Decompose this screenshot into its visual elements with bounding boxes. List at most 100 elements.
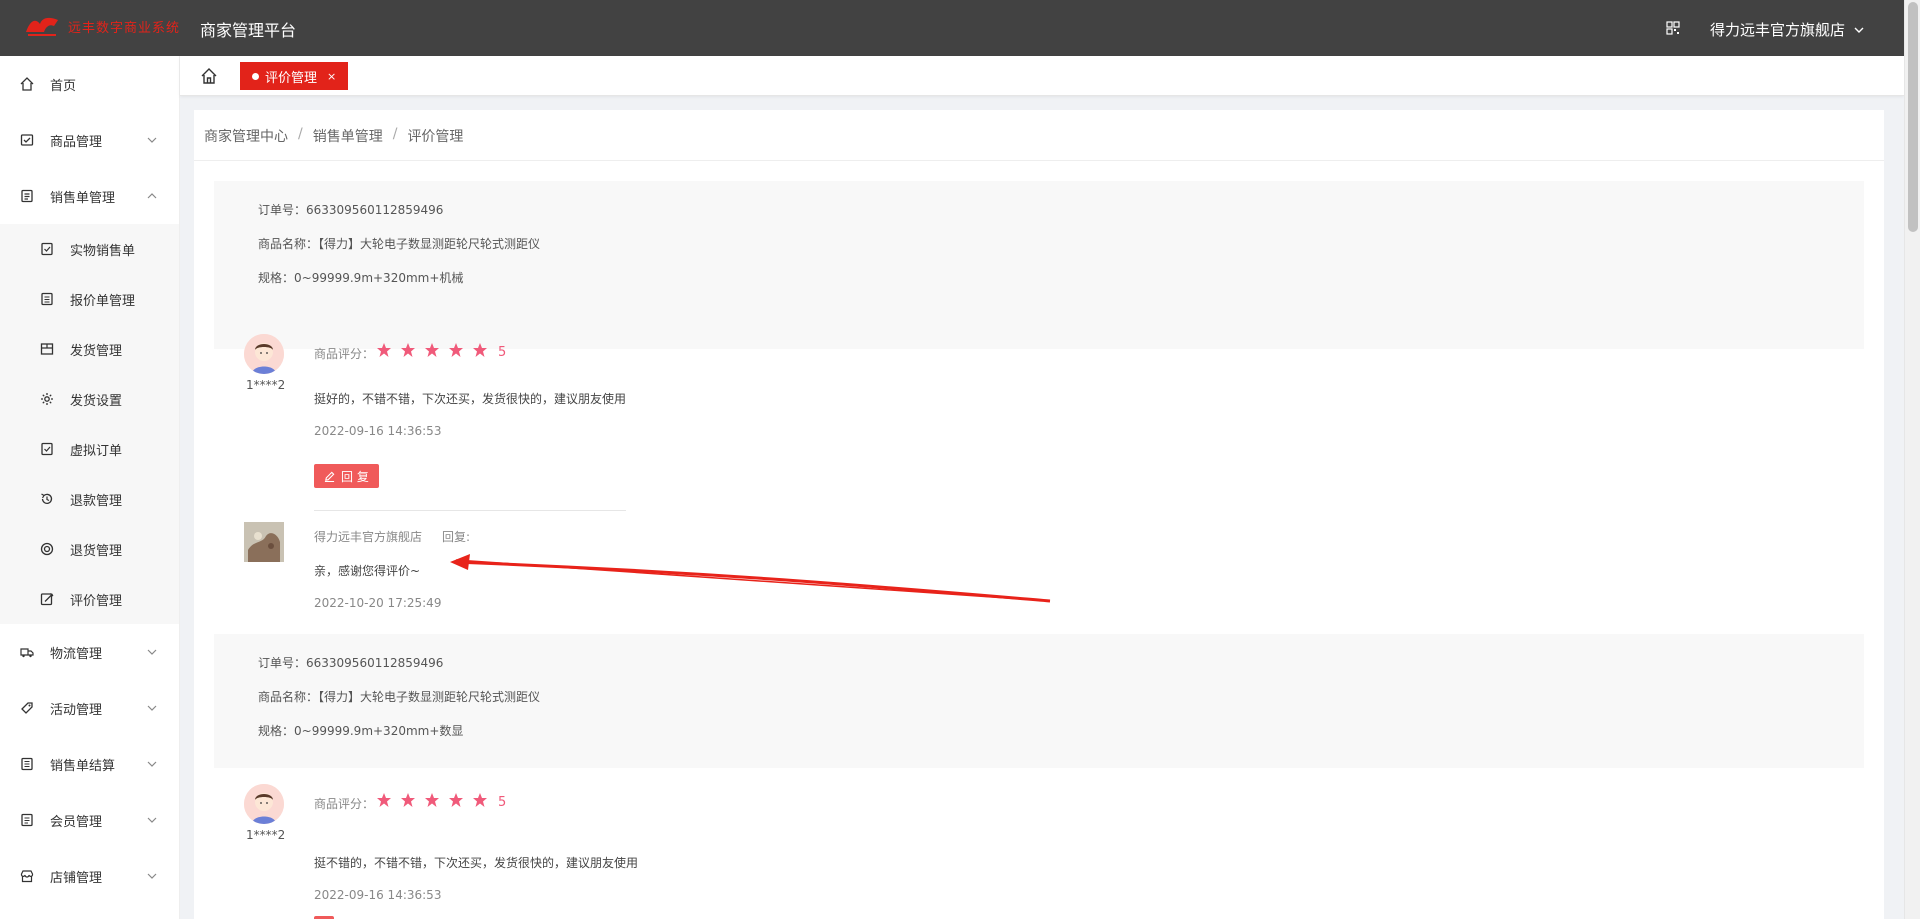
username: 1****2 [246, 378, 286, 392]
reply-button[interactable]: 回 复 [314, 464, 379, 488]
sidebar-subitem-shipping[interactable]: 发货管理 [0, 324, 179, 374]
platform-title: 商家管理平台 [200, 21, 297, 40]
sidebar-item-shop[interactable]: 店铺管理 [0, 848, 179, 904]
breadcrumb-separator: / [298, 126, 303, 142]
divider [194, 160, 1884, 161]
sidebar-subitem-label: 退款管理 [70, 493, 123, 509]
qrcode-icon[interactable] [1666, 21, 1680, 35]
settlement-icon [20, 757, 34, 771]
sidebar-item-label: 销售单结算 [50, 758, 116, 774]
order-number: 订单号：663309560112859496 [258, 656, 444, 670]
sales-order-submenu: 实物销售单 报价单管理 发货管理 发货设置 虚拟订单 退款管理 退货管理 评价管… [0, 224, 179, 624]
star-icon [376, 342, 392, 362]
sidebar-item-label: 物流管理 [50, 646, 103, 662]
chevron-down-icon [147, 814, 157, 824]
activity-icon [20, 701, 34, 715]
product-name: 商品名称：【得力】大轮电子数显测距轮尺轮式测距仪 [258, 237, 541, 251]
rating-label: 商品评分： [314, 347, 375, 361]
store-account-menu[interactable]: 得力远丰官方旗舰店 [1710, 19, 1865, 40]
page-scrollbar[interactable] [1904, 0, 1920, 919]
star-icon [400, 342, 416, 362]
review-time: 2022-09-16 14:36:53 [314, 888, 442, 902]
physical-order-icon [40, 242, 54, 256]
logo[interactable]: 远丰数字商业系统 [24, 14, 180, 38]
member-icon [20, 813, 34, 827]
chevron-down-icon [147, 870, 157, 880]
order-info-box: 订单号：663309560112859496 商品名称：【得力】大轮电子数显测距… [214, 634, 1864, 768]
close-icon[interactable]: × [327, 70, 336, 83]
sidebar-subitem-review[interactable]: 评价管理 [0, 574, 179, 624]
reply-time: 2022-10-20 17:25:49 [314, 596, 442, 610]
main-content: 商家管理中心 / 销售单管理 / 评价管理 订单号：66330956011285… [194, 110, 1884, 919]
home-tab-icon[interactable] [200, 67, 218, 85]
reply-divider [314, 510, 626, 511]
goods-icon [20, 133, 34, 147]
breadcrumb-item[interactable]: 商家管理中心 [204, 126, 288, 146]
quotation-icon [40, 292, 54, 306]
sidebar-subitem-label: 发货管理 [70, 343, 123, 359]
breadcrumb: 商家管理中心 / 销售单管理 / 评价管理 [204, 126, 463, 146]
tab-bar: 评价管理 × [180, 56, 1904, 96]
reply-label: 回复: [442, 530, 471, 544]
sidebar-item-home[interactable]: 首页 [0, 56, 179, 112]
sidebar-subitem-virtual-order[interactable]: 虚拟订单 [0, 424, 179, 474]
sidebar-item-member[interactable]: 会员管理 [0, 792, 179, 848]
product-spec: 规格：0~99999.9m+320mm+机械 [258, 271, 464, 285]
reply-store-name: 得力远丰官方旗舰店 [314, 530, 423, 544]
chevron-down-icon [1854, 27, 1864, 33]
star-rating: 5 [376, 342, 506, 362]
sidebar-subitem-label: 退货管理 [70, 543, 123, 559]
store-avatar [244, 522, 284, 562]
star-icon [424, 792, 440, 812]
sidebar-item-logistics[interactable]: 物流管理 [0, 624, 179, 680]
star-icon [376, 792, 392, 812]
chevron-down-icon [147, 758, 157, 768]
sales-order-icon [20, 189, 34, 203]
chevron-down-icon [147, 646, 157, 656]
sidebar-subitem-shipping-settings[interactable]: 发货设置 [0, 374, 179, 424]
top-header: 远丰数字商业系统 商家管理平台 得力远丰官方旗舰店 [0, 0, 1920, 56]
star-icon [400, 792, 416, 812]
breadcrumb-separator: / [392, 126, 398, 142]
active-dot-icon [252, 72, 259, 80]
sidebar-subitem-refund[interactable]: 退款管理 [0, 474, 179, 524]
chevron-down-icon [147, 702, 157, 712]
sidebar-item-label: 商品管理 [50, 134, 103, 150]
sidebar-item-label: 店铺管理 [50, 870, 103, 886]
star-icon [472, 342, 488, 362]
breadcrumb-item[interactable]: 销售单管理 [313, 126, 383, 146]
sidebar-item-sales-order[interactable]: 销售单管理 [0, 168, 179, 224]
rating-score: 5 [498, 344, 507, 360]
scrollbar-thumb[interactable] [1908, 2, 1918, 232]
user-avatar [244, 334, 284, 374]
sidebar: 首页 商品管理 销售单管理 实物销售单 报价单管理 发货管理 发货设置 虚拟订单 [0, 56, 180, 919]
username: 1****2 [246, 828, 286, 842]
sidebar-subitem-label: 实物销售单 [70, 243, 136, 259]
reply-header: 得力远丰官方旗舰店 回复: [314, 528, 470, 545]
sidebar-item-goods[interactable]: 商品管理 [0, 112, 179, 168]
gear-icon [40, 392, 54, 406]
star-icon [424, 342, 440, 362]
sidebar-item-label: 会员管理 [50, 814, 103, 830]
review-icon [40, 592, 54, 606]
rating-label: 商品评分： [314, 797, 375, 811]
order-number: 订单号：663309560112859496 [258, 203, 444, 217]
chevron-up-icon [147, 190, 157, 200]
tab-review-management[interactable]: 评价管理 × [240, 62, 349, 90]
sidebar-item-settlement[interactable]: 销售单结算 [0, 736, 179, 792]
sidebar-subitem-label: 虚拟订单 [70, 443, 123, 459]
sidebar-subitem-quotation[interactable]: 报价单管理 [0, 274, 179, 324]
edit-icon [324, 471, 335, 482]
review-text: 挺好的，不错不错，下次还买，发货很快的，建议朋友使用 [314, 392, 627, 406]
sidebar-item-activity[interactable]: 活动管理 [0, 680, 179, 736]
shipping-icon [40, 342, 54, 356]
star-icon [448, 792, 464, 812]
virtual-order-icon [40, 442, 54, 456]
sidebar-subitem-label: 发货设置 [70, 393, 123, 409]
sidebar-subitem-label: 评价管理 [70, 593, 123, 609]
star-icon [472, 792, 488, 812]
store-name: 得力远丰官方旗舰店 [1710, 21, 1846, 39]
product-name: 商品名称：【得力】大轮电子数显测距轮尺轮式测距仪 [258, 690, 541, 704]
sidebar-subitem-physical-order[interactable]: 实物销售单 [0, 224, 179, 274]
sidebar-subitem-return[interactable]: 退货管理 [0, 524, 179, 574]
